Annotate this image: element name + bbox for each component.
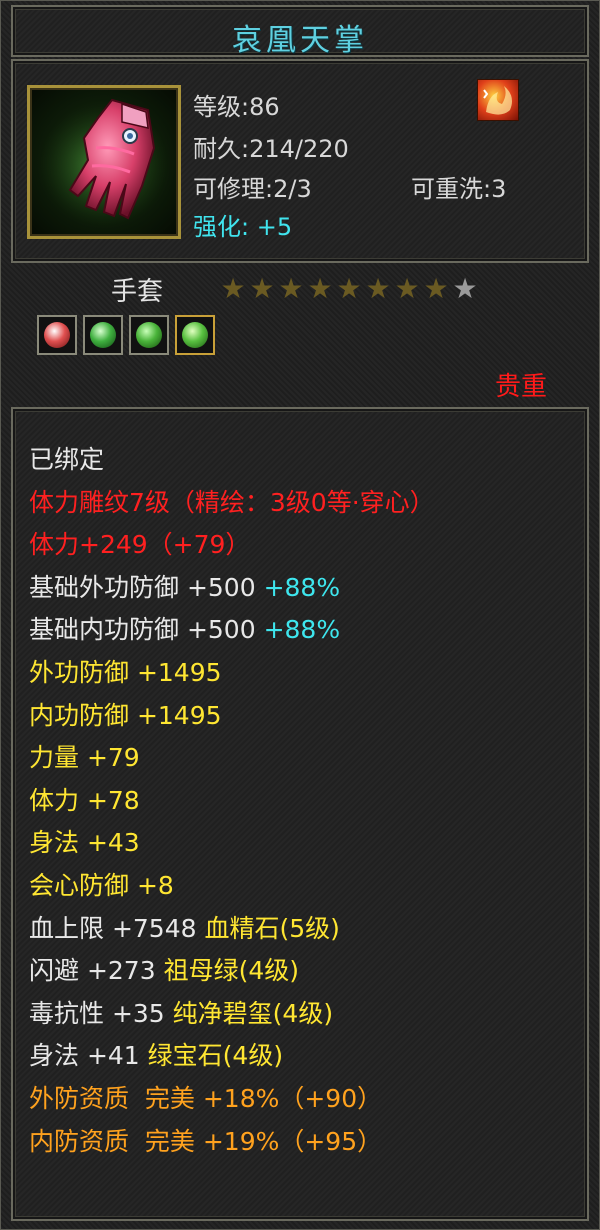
base-ext-def-label: 基础外功防御 +500 <box>29 572 264 602</box>
item-type: 手套 <box>111 277 164 307</box>
star-icon: ★ <box>365 272 391 305</box>
precious-label: 贵重 <box>495 372 548 402</box>
enhance-label: 强化: <box>193 213 250 241</box>
hp-gem: 血精石(5级) <box>204 913 340 943</box>
agility-gem-label: 身法 +41 <box>29 1041 148 1071</box>
base-int-def-label: 基础内功防御 +500 <box>29 615 264 645</box>
star-empty-icon: ★ <box>452 272 478 305</box>
bound-status: 已绑定 <box>29 445 105 474</box>
item-tooltip: 哀凰天掌 等级:86 耐久:214/220 可修理:2/3 可重洗:3 强化: … <box>0 0 600 1230</box>
agility-gem-attr: 身法 +41 绿宝石(4级) <box>29 1035 577 1078</box>
base-int-def-attr: 基础内功防御 +500 +88% <box>29 609 577 652</box>
star-rating: ★ ★ ★ ★ ★ ★ ★ ★ ★ <box>219 275 479 303</box>
poison-gem-attr: 毒抗性 +35 纯净碧玺(4级) <box>29 993 577 1036</box>
hp-label: 血上限 +7548 <box>29 913 205 943</box>
star-icon: ★ <box>394 272 420 305</box>
stamina-main-attr: 体力+249（+79） <box>29 530 251 560</box>
star-icon: ★ <box>220 272 246 305</box>
strength-attr: 力量 +79 <box>29 743 140 773</box>
item-info-panel: 等级:86 耐久:214/220 可修理:2/3 可重洗:3 强化: +5 <box>11 59 589 263</box>
item-rewash: 可重洗:3 <box>411 175 507 203</box>
title-bar: 哀凰天掌 <box>11 5 589 58</box>
base-ext-def-attr: 基础外功防御 +500 +88% <box>29 567 577 610</box>
agility-gem: 绿宝石(4级) <box>147 1041 284 1071</box>
red-gem-icon[interactable] <box>37 315 77 355</box>
stamina-attr: 体力 +78 <box>29 785 140 815</box>
item-name: 哀凰天掌 <box>232 23 368 58</box>
green-gem-icon[interactable] <box>129 315 169 355</box>
ext-quality-attr: 外防资质 完美 +18%（+90） <box>29 1083 383 1113</box>
gem-slots <box>37 315 215 355</box>
item-durability: 耐久:214/220 <box>193 135 349 163</box>
star-icon: ★ <box>307 272 333 305</box>
ext-def-attr: 外功防御 +1495 <box>29 657 222 687</box>
green-gem-icon[interactable] <box>83 315 123 355</box>
int-def-attr: 内功防御 +1495 <box>29 700 222 730</box>
crit-def-attr: 会心防御 +8 <box>29 870 174 900</box>
star-icon: ★ <box>278 272 304 305</box>
carving-attr: 体力雕纹7级（精绘：3级0等·穿心） <box>29 487 435 517</box>
int-quality-attr: 内防资质 完美 +19%（+95） <box>29 1126 383 1156</box>
red-glove-icon <box>27 85 181 239</box>
star-icon: ★ <box>423 272 449 305</box>
base-int-def-bonus: +88% <box>263 615 341 645</box>
base-ext-def-bonus: +88% <box>263 572 341 602</box>
dodge-gem: 祖母绿(4级) <box>163 956 299 986</box>
enhance-value: +5 <box>256 213 293 241</box>
poison-label: 毒抗性 +35 <box>29 998 173 1028</box>
attributes-panel: 已绑定 体力雕纹7级（精绘：3级0等·穿心） 体力+249（+79） 基础外功防… <box>11 407 589 1221</box>
star-icon: ★ <box>249 272 275 305</box>
poison-gem: 纯净碧玺(4级) <box>172 998 334 1028</box>
dodge-gem-attr: 闪避 +273 祖母绿(4级) <box>29 950 577 993</box>
agility-attr: 身法 +43 <box>29 828 140 858</box>
hp-gem-attr: 血上限 +7548 血精石(5级) <box>29 908 577 951</box>
dodge-label: 闪避 +273 <box>29 956 164 986</box>
item-level: 等级:86 <box>193 93 280 121</box>
phoenix-flame-badge-icon <box>477 79 519 121</box>
item-repairable: 可修理:2/3 <box>193 175 312 203</box>
green-gem-icon[interactable] <box>175 315 215 355</box>
item-enhance: 强化: +5 <box>193 207 292 242</box>
star-icon: ★ <box>336 272 362 305</box>
